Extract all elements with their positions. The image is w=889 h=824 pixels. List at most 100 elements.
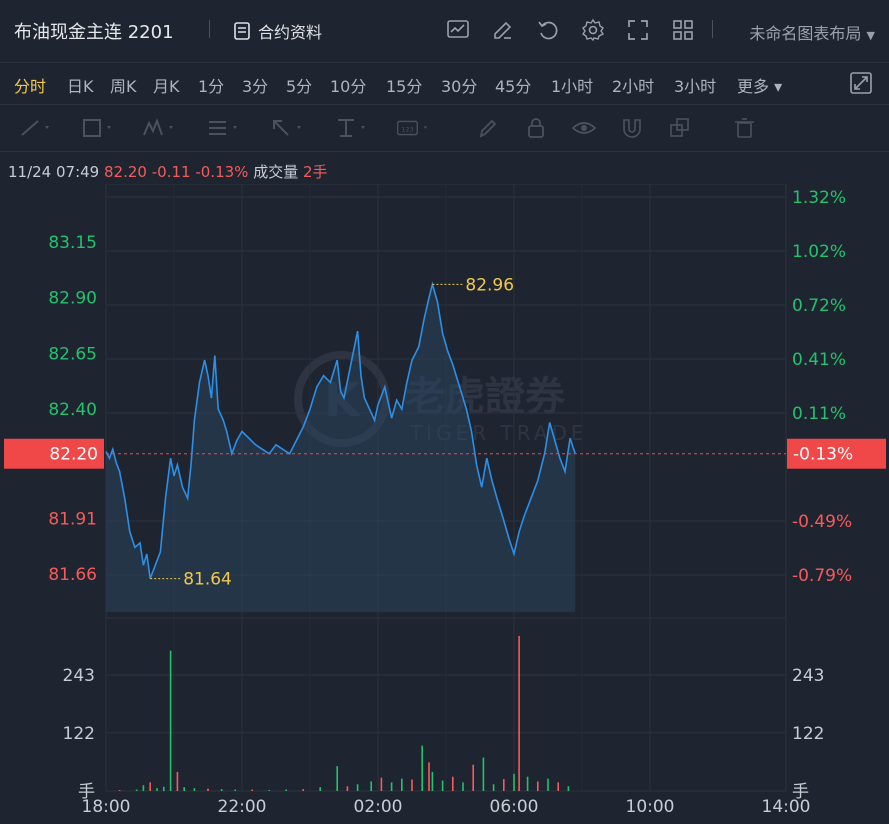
current-price-label: 82.20 bbox=[49, 445, 98, 465]
period-tab-1[interactable]: 日K bbox=[67, 73, 94, 97]
volume-bar bbox=[526, 776, 529, 791]
volume-bar bbox=[142, 785, 145, 791]
volume-bar bbox=[492, 784, 495, 791]
volume-bar bbox=[234, 789, 236, 791]
pattern-tool-icon[interactable] bbox=[142, 117, 178, 139]
intraday-chart[interactable]: K 老虎證券 TIGER TRADE 18:00 22:00 02:00 06:00 1… bbox=[0, 184, 889, 824]
contract-info-label: 合约资料 bbox=[258, 23, 323, 42]
period-tab-2[interactable]: 周K bbox=[110, 73, 137, 97]
volume-bar bbox=[176, 771, 179, 791]
lock-icon[interactable] bbox=[525, 117, 561, 139]
price-tick-label: 81.91 bbox=[48, 509, 97, 529]
expand-icon[interactable] bbox=[849, 71, 873, 95]
volume-bar bbox=[401, 778, 403, 791]
volume-bar bbox=[285, 789, 287, 791]
period-tab-5[interactable]: 3分 bbox=[242, 73, 268, 97]
x-tick-label: 06:00 bbox=[490, 797, 539, 817]
volume-bar bbox=[135, 789, 138, 791]
fibonacci-tool-icon[interactable] bbox=[206, 117, 242, 139]
pct-tick-label: 0.41% bbox=[792, 350, 846, 370]
volume-bar bbox=[220, 789, 223, 791]
volume-bar bbox=[567, 786, 570, 791]
line-tool-icon[interactable] bbox=[18, 117, 54, 139]
period-tab-8[interactable]: 15分 bbox=[386, 73, 422, 97]
period-tab-3[interactable]: 月K bbox=[153, 73, 180, 97]
chart-indicator-icon[interactable] bbox=[446, 18, 470, 42]
period-tab-13[interactable]: 3小时 bbox=[674, 73, 716, 97]
volume-tick-right: 手 bbox=[792, 782, 809, 802]
eye-icon[interactable] bbox=[572, 117, 608, 139]
pct-tick-label: -0.49% bbox=[792, 512, 852, 532]
volume-bar bbox=[503, 779, 505, 791]
gear-icon[interactable] bbox=[581, 18, 605, 42]
volume-bar bbox=[452, 776, 454, 791]
volume-tick-left: 122 bbox=[63, 724, 95, 744]
volume-bar bbox=[472, 764, 474, 791]
x-tick-label: 02:00 bbox=[354, 797, 403, 817]
symbol-title[interactable]: 布油现金主连 2201 bbox=[14, 18, 174, 44]
volume-bar bbox=[163, 786, 165, 791]
period-tab-11[interactable]: 1小时 bbox=[551, 73, 593, 97]
svg-text:123: 123 bbox=[401, 125, 413, 133]
volume-bar bbox=[319, 787, 321, 791]
volume-bar bbox=[431, 771, 434, 791]
volume-tick-left: 243 bbox=[63, 666, 95, 686]
quote-change: -0.11 bbox=[151, 163, 191, 181]
period-tab-4[interactable]: 1分 bbox=[198, 73, 224, 97]
current-pct-label: -0.13% bbox=[793, 445, 853, 465]
volume-bar bbox=[513, 773, 515, 791]
undo-icon[interactable] bbox=[536, 18, 560, 42]
layout-label: 未命名图表布局 bbox=[749, 24, 862, 43]
quote-price: 82.20 bbox=[104, 163, 147, 181]
top-bar: 布油现金主连 2201 合约资料 未命名图表布局 ▼ bbox=[0, 0, 889, 63]
volume-bar bbox=[518, 635, 520, 791]
volume-tick-left: 手 bbox=[78, 782, 95, 802]
volume-bar bbox=[336, 766, 338, 791]
x-tick-label: 22:00 bbox=[218, 797, 267, 817]
contract-info-button[interactable]: 合约资料 bbox=[232, 19, 322, 43]
volume-bar bbox=[557, 782, 559, 791]
pct-tick-label: 0.72% bbox=[792, 296, 846, 316]
rectangle-tool-icon[interactable] bbox=[80, 117, 116, 139]
period-bar: 分时 日K 周K 月K 1分 3分 5分 10分 15分 30分 45分 1小时 2小时 3小时 更多 ▾ bbox=[0, 62, 889, 105]
volume-bar bbox=[462, 782, 464, 791]
measure-tool-icon[interactable] bbox=[334, 117, 370, 139]
divider bbox=[712, 20, 713, 38]
volume-bar bbox=[537, 781, 539, 791]
volume-bar bbox=[380, 777, 383, 791]
volume-bar bbox=[169, 650, 172, 791]
volume-bar bbox=[346, 786, 349, 791]
layout-selector[interactable]: 未命名图表布局 ▼ bbox=[749, 20, 875, 44]
volume-bar bbox=[370, 781, 372, 791]
document-icon bbox=[234, 22, 250, 40]
period-tab-9[interactable]: 30分 bbox=[441, 73, 477, 97]
divider bbox=[209, 20, 210, 38]
period-tab-12[interactable]: 2小时 bbox=[612, 73, 654, 97]
pct-tick-label: 1.02% bbox=[792, 242, 846, 262]
magnet-icon[interactable] bbox=[620, 117, 656, 139]
volume-bar bbox=[156, 788, 158, 791]
quote-change-pct: -0.13% bbox=[195, 163, 249, 181]
pct-tick-label: 1.32% bbox=[792, 188, 846, 208]
period-tab-0[interactable]: 分时 bbox=[14, 73, 46, 97]
fullscreen-icon[interactable] bbox=[626, 18, 650, 42]
volume-bar bbox=[411, 779, 413, 791]
volume-bar bbox=[390, 782, 393, 791]
brush-icon[interactable] bbox=[476, 117, 512, 139]
volume-bar bbox=[193, 788, 196, 791]
trash-icon[interactable] bbox=[733, 117, 769, 139]
high-marker-label: 82.96 bbox=[465, 275, 514, 295]
arrow-tool-icon[interactable] bbox=[270, 117, 306, 139]
period-tab-10[interactable]: 45分 bbox=[495, 73, 531, 97]
period-tab-6[interactable]: 5分 bbox=[286, 73, 312, 97]
grid-layout-icon[interactable] bbox=[671, 18, 695, 42]
volume-bar bbox=[428, 762, 430, 791]
number-label-tool-icon[interactable]: 123 bbox=[396, 117, 432, 139]
quote-summary: 11/24 07:49 82.20 -0.11 -0.13% 成交量 2手 bbox=[8, 161, 328, 182]
layers-icon[interactable] bbox=[668, 117, 704, 139]
period-tab-7[interactable]: 10分 bbox=[330, 73, 366, 97]
volume-bar bbox=[149, 782, 151, 791]
edit-icon[interactable] bbox=[491, 18, 515, 42]
volume-bar bbox=[268, 790, 270, 791]
period-tab-14[interactable]: 更多 ▾ bbox=[737, 73, 782, 97]
